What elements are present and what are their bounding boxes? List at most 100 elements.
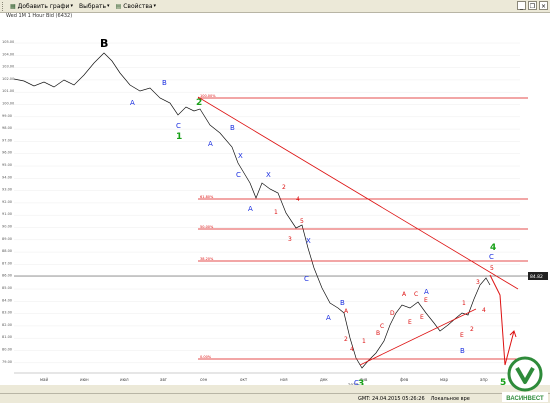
y-tick-label: 98.00	[2, 126, 12, 130]
wave-label: B	[460, 347, 465, 355]
window-controls: _ ❐ ×	[517, 1, 548, 10]
y-tick-label: 103.00	[2, 65, 14, 69]
close-icon[interactable]: ×	[539, 1, 548, 10]
wave-label: 4	[490, 243, 496, 253]
chart-area[interactable]: 105.00 104.00 103.00 102.00 101.00 100.00 99.0…	[0, 13, 550, 385]
chevron-down-icon: ▾	[107, 3, 110, 9]
price-chart[interactable]: 105.00 104.00 103.00 102.00 101.00 100.00 99.0…	[0, 13, 550, 385]
add-chart-icon: ▦	[10, 2, 16, 10]
properties-button[interactable]: ▤ Свойства ▾	[116, 3, 157, 10]
y-tick-label: 93.00	[2, 188, 12, 192]
minimize-icon[interactable]: _	[517, 1, 526, 10]
wave-label: C	[414, 291, 418, 298]
wave-label: B	[100, 37, 108, 50]
wave-label: 2	[282, 184, 286, 191]
y-tick-label: 90.00	[2, 225, 12, 229]
chart-title: Wed 1M 1 Hour Bid (6432)	[6, 13, 73, 19]
wave-label: C	[489, 253, 494, 261]
properties-label: Свойства	[123, 2, 153, 10]
x-tick-label: окт	[240, 377, 248, 382]
trend-line	[197, 96, 519, 290]
x-tick-label: апр	[480, 377, 488, 382]
y-tick-label: 80.00	[2, 348, 12, 352]
wave-label: X	[238, 152, 243, 160]
wave-label: C	[304, 275, 309, 283]
x-tick-label: дек	[320, 377, 328, 382]
y-tick-label: 83.00	[2, 311, 12, 315]
x-tick-label: мар	[440, 377, 448, 382]
wave-label: B	[376, 330, 380, 337]
fib-level-label: 100.00%	[200, 94, 216, 98]
wave-label: 2	[344, 336, 348, 343]
wave-label: 2	[196, 98, 202, 108]
wave-label: E	[460, 332, 464, 339]
y-tick-label: 97.00	[2, 138, 12, 142]
properties-icon: ▤	[115, 2, 122, 10]
wave-label: D	[390, 310, 395, 317]
wave-label: E	[420, 314, 424, 321]
y-tick-label: 86.00	[2, 274, 12, 278]
wave-label: A	[208, 140, 213, 148]
wave-label: 1	[176, 132, 182, 142]
y-tick-label: 95.00	[2, 163, 12, 167]
fib-level-label: 38.20%	[200, 257, 214, 261]
wave-label: A	[326, 314, 331, 322]
price-tag-label: 84.82	[530, 274, 543, 280]
wave-label: A	[402, 291, 407, 298]
wave-label: B	[340, 299, 345, 307]
wave-label: A	[130, 99, 135, 107]
wave-label: 4	[350, 346, 354, 353]
fib-level-label: 50.00%	[200, 225, 214, 229]
wave-label: 5	[300, 218, 304, 225]
add-chart-button[interactable]: ▦ Добавить графи ▾	[10, 3, 73, 10]
wave-label: 3	[288, 236, 292, 243]
x-tick-label: ноя	[280, 377, 288, 382]
y-tick-label: 100.00	[2, 102, 14, 106]
x-tick-label: июн	[80, 377, 89, 382]
fib-level-label: 61.80%	[200, 195, 214, 199]
wave-label: X	[306, 237, 311, 245]
y-tick-label: 85.00	[2, 286, 12, 290]
y-tick-label: 84.00	[2, 298, 12, 302]
y-tick-label: 88.00	[2, 249, 12, 253]
restore-icon[interactable]: ❐	[528, 1, 537, 10]
wave-label: B	[162, 79, 167, 87]
wave-label: 1	[274, 209, 278, 216]
gmt-time: GMT: 24.04.2015 05:26:26	[358, 396, 425, 402]
y-tick-label: 94.00	[2, 175, 12, 179]
chevron-down-icon: ▾	[153, 3, 157, 9]
x-tick-label: май	[40, 377, 48, 382]
wave-label: B	[230, 124, 235, 132]
y-tick-label: 102.00	[2, 77, 14, 81]
toolbar: ▦ Добавить графи ▾ Выбрать ▾ ▤ Свойства …	[0, 0, 550, 13]
wave-label: C	[380, 323, 384, 330]
wave-label: E	[424, 297, 428, 304]
select-button[interactable]: Выбрать ▾	[79, 3, 110, 10]
toolbar-grip[interactable]	[2, 1, 7, 11]
y-tick-label: 101.00	[2, 89, 14, 93]
vasinvest-logo: ВАСИНВЕСТ	[502, 356, 548, 402]
x-tick-label: авг	[160, 377, 167, 382]
wave-label: E	[408, 319, 412, 326]
wave-label: A	[344, 308, 349, 315]
wave-label: A	[248, 205, 253, 213]
logo-text: ВАСИНВЕСТ	[506, 396, 544, 402]
y-tick-label: 79.00	[2, 360, 12, 364]
y-tick-label: 105.00	[2, 40, 14, 44]
trading-app: ▦ Добавить графи ▾ Выбрать ▾ ▤ Свойства …	[0, 0, 550, 403]
wave-label: 2	[470, 326, 474, 333]
y-tick-label: 81.00	[2, 335, 12, 339]
fib-level-label: 0.00%	[200, 355, 212, 359]
wave-label: 1	[462, 300, 466, 307]
y-tick-label: 92.00	[2, 200, 12, 204]
wave-label: 1	[362, 338, 366, 345]
add-chart-label: Добавить графи	[17, 2, 70, 10]
wave-label: 4	[482, 307, 486, 314]
chevron-down-icon: ▾	[70, 3, 73, 9]
wave-label: C	[354, 379, 359, 385]
wave-label: X	[266, 171, 271, 179]
select-label: Выбрать	[78, 2, 107, 10]
y-tick-label: 91.00	[2, 212, 12, 216]
wave-label: A	[424, 288, 429, 296]
forecast-path	[489, 274, 515, 366]
